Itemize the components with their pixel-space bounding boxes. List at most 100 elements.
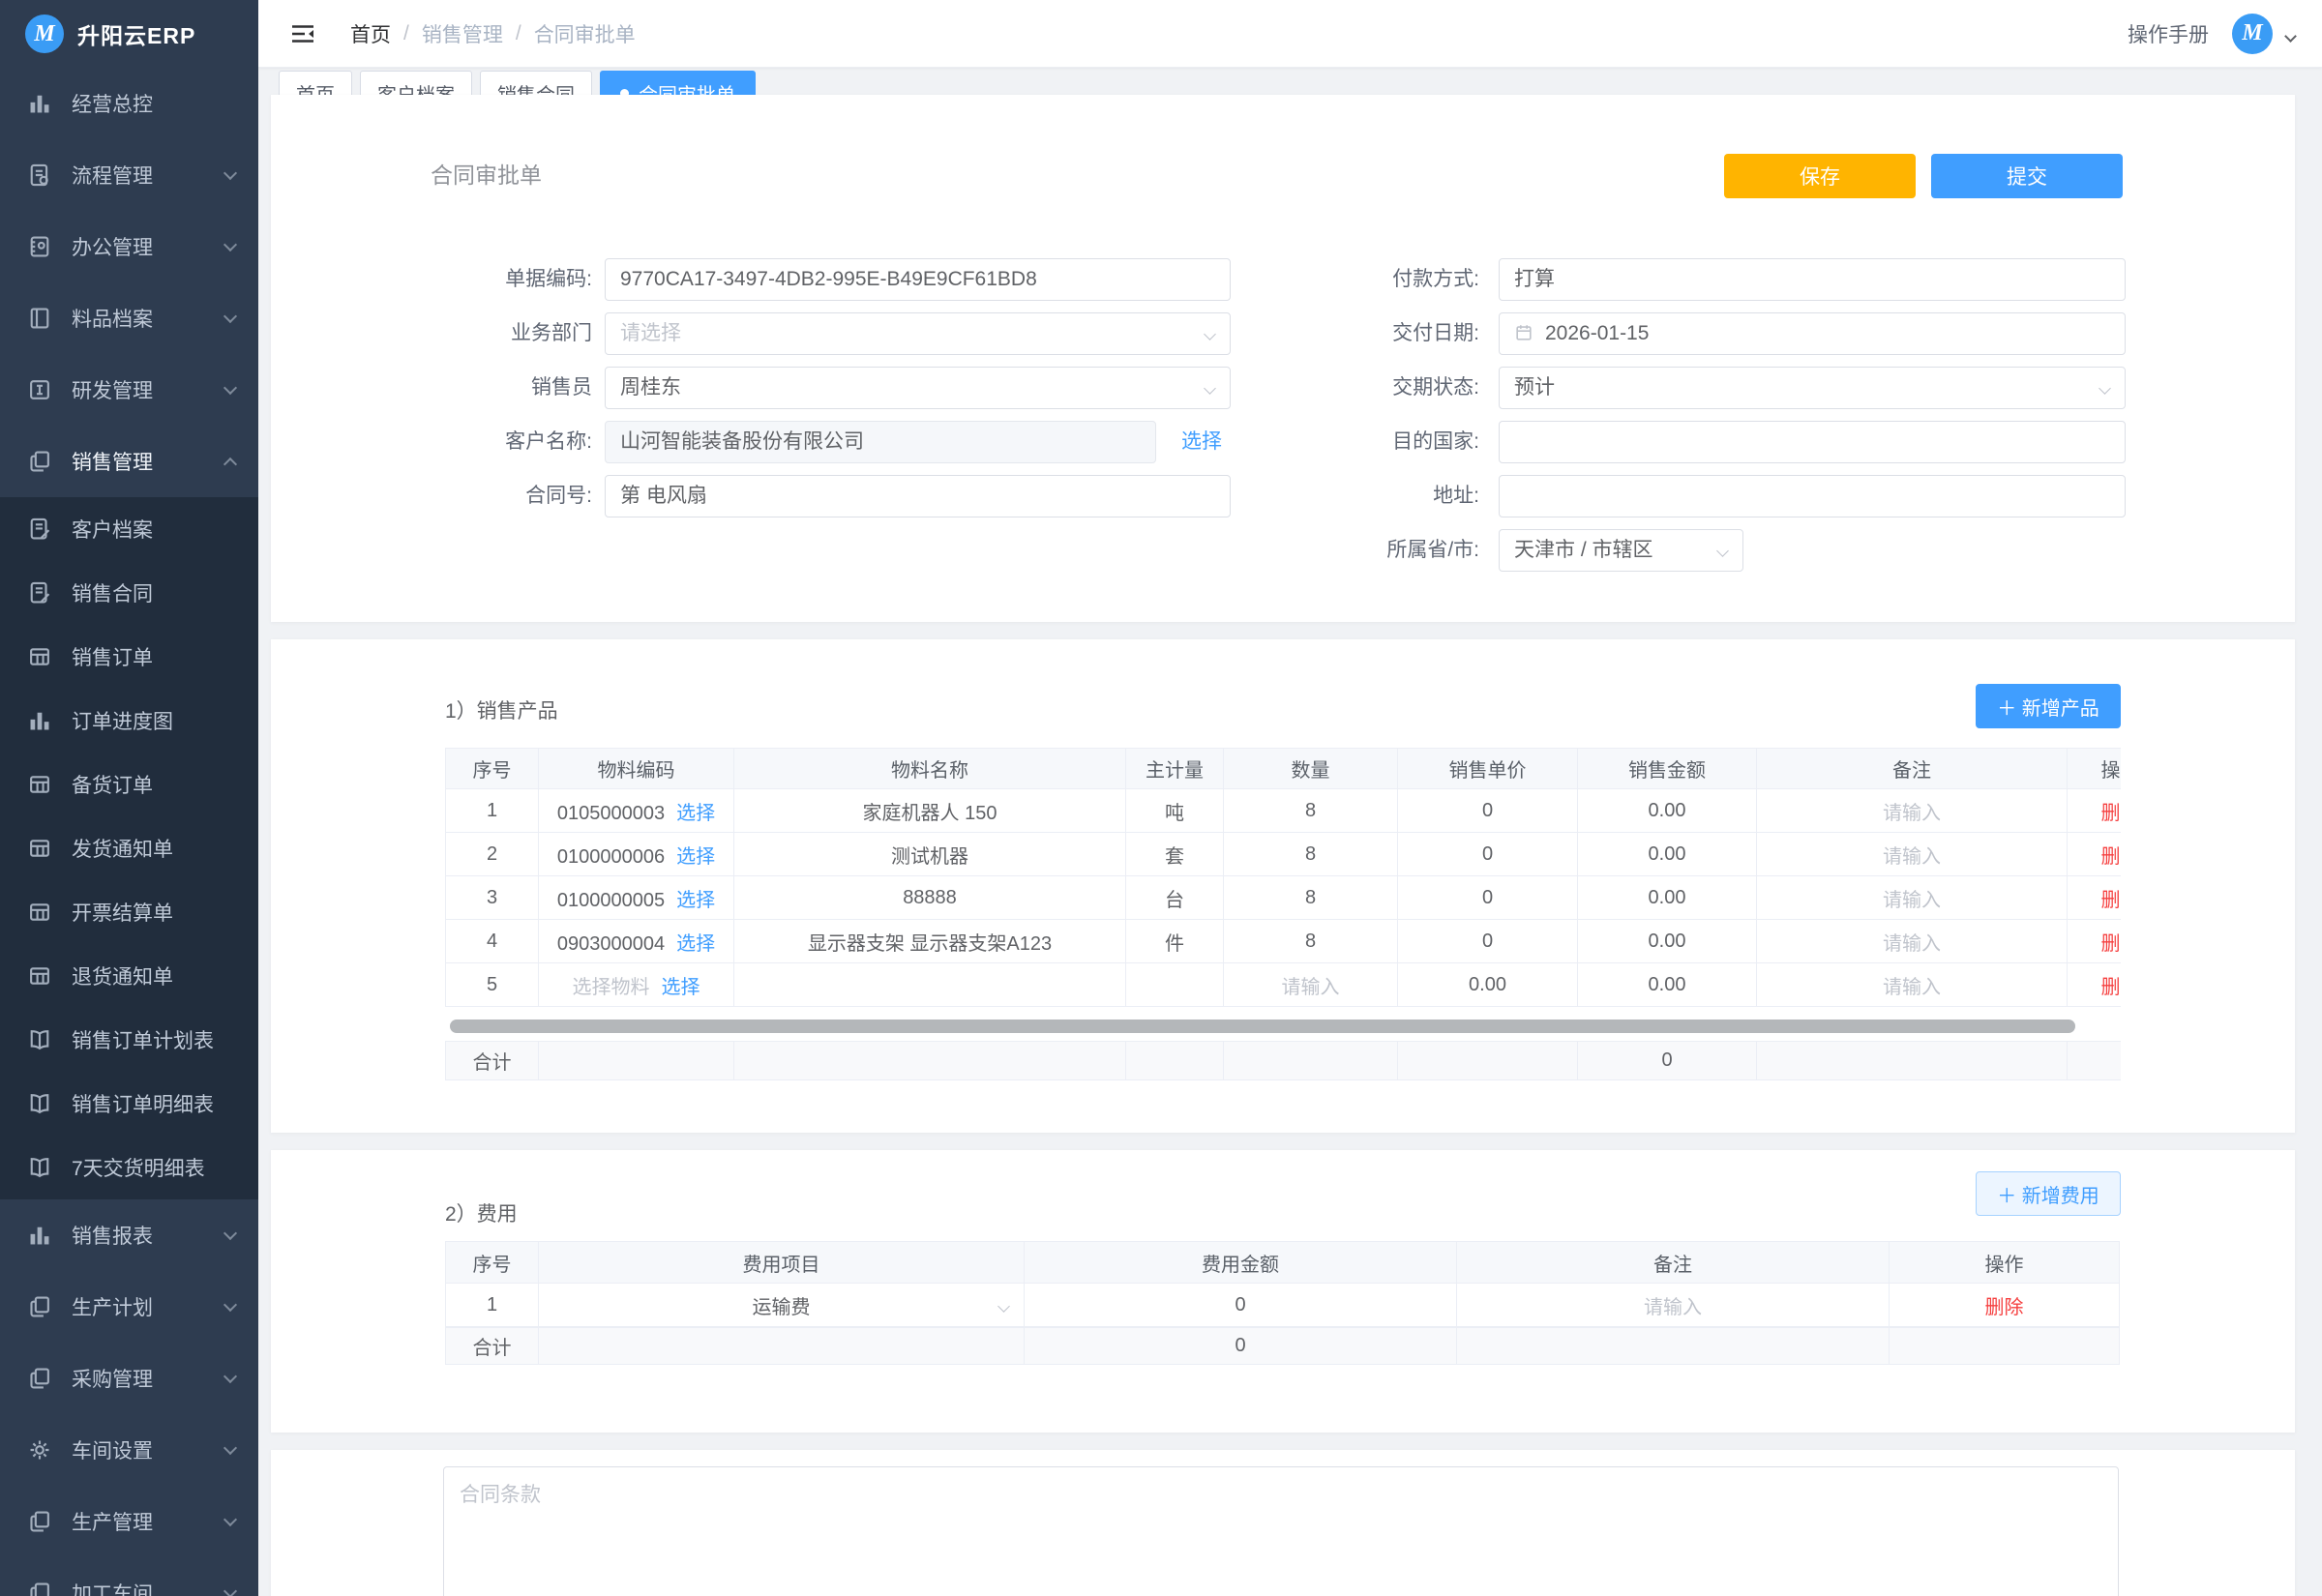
sidebar-item-business-overview[interactable]: 经营总控 (0, 68, 258, 139)
qty-input[interactable]: 请输入 (1224, 963, 1398, 1007)
contract-no-input[interactable]: 第 电风扇 (605, 475, 1231, 517)
save-button[interactable]: 保存 (1724, 154, 1916, 198)
sidebar-item-sales-order[interactable]: 销售订单 (0, 625, 258, 689)
remark-input[interactable]: 请输入 (1757, 833, 2068, 876)
remark-input[interactable]: 请输入 (1457, 1284, 1890, 1327)
chevron-down-icon (223, 166, 237, 180)
sidebar-item-sales-mgmt[interactable]: 销售管理 (0, 426, 258, 497)
delivery-status-select[interactable]: 预计 (1499, 367, 2126, 409)
chevron-down-icon (223, 1370, 237, 1383)
choose-material-link[interactable]: 选择 (676, 890, 715, 911)
fee-item-select[interactable]: 运输费 (539, 1284, 1025, 1327)
remark-input[interactable]: 请输入 (1757, 963, 2068, 1007)
price-input[interactable]: 0 (1398, 876, 1578, 920)
choose-customer-link[interactable]: 选择 (1181, 421, 1222, 463)
chevron-down-icon (1204, 328, 1216, 340)
sidebar-item-production-mgmt[interactable]: 生产管理 (0, 1486, 258, 1557)
price-input[interactable]: 0 (1398, 789, 1578, 833)
chevron-down-icon (223, 1298, 237, 1312)
fee-amount-input[interactable]: 0 (1025, 1284, 1457, 1327)
products-header-row: 序号 物料编码 物料名称 主计量 数量 销售单价 销售金额 备注 操作 (446, 749, 2122, 789)
open-book-icon (27, 1091, 52, 1116)
price-input[interactable]: 0 (1398, 833, 1578, 876)
scrollbar-thumb[interactable] (450, 1020, 2075, 1033)
delete-row-link[interactable]: 删除 (2101, 890, 2122, 911)
price-input[interactable]: 0 (1398, 920, 1578, 963)
sidebar-item-process-mgmt[interactable]: 流程管理 (0, 139, 258, 211)
chevron-down-icon (223, 310, 237, 323)
horizontal-scrollbar[interactable] (445, 1020, 2121, 1034)
sidebar-item-workshop-settings[interactable]: 车间设置 (0, 1414, 258, 1486)
tab-home[interactable]: 首页 (279, 71, 352, 95)
table-row: 4 0903000004选择 显示器支架 显示器支架A123 件 8 0 0.0… (446, 920, 2122, 963)
qty-input[interactable]: 8 (1224, 789, 1398, 833)
user-menu-caret-icon[interactable] (2284, 30, 2297, 43)
manual-link[interactable]: 操作手册 (2128, 19, 2209, 48)
sidebar-item-processing-workshop[interactable]: 加工车间 (0, 1557, 258, 1596)
department-select[interactable]: 请选择 (605, 312, 1231, 355)
table-row: 2 0100000006选择 测试机器 套 8 0 0.00 请输入 删除 (446, 833, 2122, 876)
summary-label: 合计 (446, 1328, 539, 1365)
payment-input[interactable]: 打算 (1499, 258, 2126, 301)
choose-material-link[interactable]: 选择 (676, 846, 715, 868)
remark-input[interactable]: 请输入 (1757, 789, 2068, 833)
qty-input[interactable]: 8 (1224, 833, 1398, 876)
sidebar-item-shipping-notice[interactable]: 发货通知单 (0, 816, 258, 880)
breadcrumb-section[interactable]: 销售管理 (422, 19, 503, 48)
price-input[interactable]: 0.00 (1398, 963, 1578, 1007)
sidebar-item-material-archive[interactable]: 料品档案 (0, 282, 258, 354)
delete-row-link[interactable]: 删除 (2101, 977, 2122, 998)
sidebar-item-7day-delivery-detail[interactable]: 7天交货明细表 (0, 1136, 258, 1199)
delivery-date-input[interactable]: 2026-01-15 (1499, 312, 2126, 355)
doc-code-label: 单据编码: (271, 258, 605, 301)
avatar[interactable]: M (2232, 14, 2273, 54)
tab-customer-archive[interactable]: 客户档案 (360, 71, 472, 95)
dest-country-input[interactable] (1499, 421, 2126, 463)
delete-row-link[interactable]: 删除 (2101, 933, 2122, 955)
breadcrumb-home[interactable]: 首页 (350, 19, 391, 48)
sidebar-item-office-mgmt[interactable]: 办公管理 (0, 211, 258, 282)
remark-input[interactable]: 请输入 (1757, 920, 2068, 963)
pages-icon (27, 449, 52, 474)
submit-button[interactable]: 提交 (1931, 154, 2123, 198)
qty-input[interactable]: 8 (1224, 920, 1398, 963)
doc-code-input[interactable]: 9770CA17-3497-4DB2-995E-B49E9CF61BD8 (605, 258, 1231, 301)
open-tabs-bar: 首页 客户档案 销售合同 合同审批单 (258, 71, 2322, 95)
sidebar-item-stock-order[interactable]: 备货订单 (0, 753, 258, 816)
remark-input[interactable]: 请输入 (1757, 876, 2068, 920)
sidebar-item-sales-order-plan[interactable]: 销售订单计划表 (0, 1008, 258, 1072)
chevron-down-icon (223, 1441, 237, 1455)
sidebar-item-sales-contract[interactable]: 销售合同 (0, 561, 258, 625)
sidebar-item-customer-archive[interactable]: 客户档案 (0, 497, 258, 561)
pages-icon (27, 1509, 52, 1534)
choose-material-link[interactable]: 选择 (662, 977, 700, 998)
tab-contract-approval[interactable]: 合同审批单 (600, 71, 756, 95)
sidebar-item-production-plan[interactable]: 生产计划 (0, 1271, 258, 1343)
contract-terms-textarea[interactable]: 合同条款 (443, 1466, 2119, 1596)
add-fee-button[interactable]: ＋ 新增费用 (1976, 1171, 2121, 1216)
province-select[interactable]: 天津市 / 市辖区 (1499, 529, 1743, 572)
delete-row-link[interactable]: 删除 (2101, 846, 2122, 868)
sidebar-item-return-notice[interactable]: 退货通知单 (0, 944, 258, 1008)
delivery-status-label: 交期状态: (1335, 367, 1499, 409)
sidebar-item-sales-report[interactable]: 销售报表 (0, 1199, 258, 1271)
salesman-select[interactable]: 周桂东 (605, 367, 1231, 409)
delete-row-link[interactable]: 删除 (1985, 1297, 2024, 1318)
qty-input[interactable]: 8 (1224, 876, 1398, 920)
delete-row-link[interactable]: 删除 (2101, 803, 2122, 824)
sidebar-item-order-progress[interactable]: 订单进度图 (0, 689, 258, 753)
contract-terms-panel: 合同条款 (271, 1450, 2295, 1596)
sidebar-item-rnd-mgmt[interactable]: 研发管理 (0, 354, 258, 426)
fees-panel: 2）费用 ＋ 新增费用 序号 费用项目 费用金额 备注 操作 (271, 1150, 2295, 1433)
sidebar-collapse-icon[interactable] (290, 23, 315, 44)
tab-sales-contract[interactable]: 销售合同 (480, 71, 592, 95)
breadcrumb-separator: / (516, 22, 521, 45)
sidebar-item-invoice-settlement[interactable]: 开票结算单 (0, 880, 258, 944)
choose-material-link[interactable]: 选择 (676, 933, 715, 955)
choose-material-link[interactable]: 选择 (676, 803, 715, 824)
sidebar-item-sales-order-detail[interactable]: 销售订单明细表 (0, 1072, 258, 1136)
pages-icon (27, 1366, 52, 1391)
sidebar-item-purchase-mgmt[interactable]: 采购管理 (0, 1343, 258, 1414)
address-input[interactable] (1499, 475, 2126, 517)
add-product-button[interactable]: ＋ 新增产品 (1976, 684, 2121, 728)
